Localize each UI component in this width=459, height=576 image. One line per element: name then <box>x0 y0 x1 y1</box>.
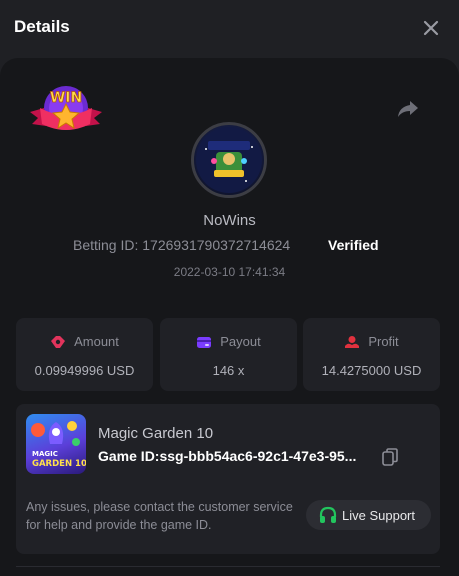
win-text: WIN <box>50 90 82 106</box>
copy-button[interactable] <box>382 448 398 466</box>
betting-row: Betting ID: 1726931790372714624 Verified <box>0 237 459 257</box>
game-card: MAGIC GARDEN 10 Magic Garden 10 Game ID:… <box>16 404 440 554</box>
avatar-image <box>196 127 262 193</box>
live-support-button[interactable]: Live Support <box>306 500 431 530</box>
page-title: Details <box>14 17 70 36</box>
stat-card-payout: Payout 146 x <box>160 318 297 391</box>
verified-badge: Verified <box>328 237 379 253</box>
win-badge: WIN <box>28 82 104 142</box>
win-badge-icon: WIN <box>30 86 102 130</box>
live-support-label: Live Support <box>342 508 415 523</box>
share-button[interactable] <box>396 98 420 120</box>
betting-id: Betting ID: 1726931790372714624 <box>73 237 291 253</box>
bet-timestamp: 2022-03-10 17:41:34 <box>173 265 286 279</box>
thumb-title-1: MAGIC <box>32 450 58 458</box>
payout-icon <box>197 336 212 348</box>
amount-icon <box>51 335 66 348</box>
stat-value: 14.4275000 USD <box>321 363 422 378</box>
stat-label: Amount <box>74 334 119 350</box>
profit-icon <box>345 335 360 348</box>
username: NoWins <box>203 212 256 229</box>
game-thumbnail-image: MAGIC GARDEN 10 <box>31 421 86 469</box>
game-thumbnail[interactable]: MAGIC GARDEN 10 <box>26 414 86 474</box>
thumb-title-2: GARDEN 10 <box>32 459 86 469</box>
headphones-icon <box>319 506 337 523</box>
copy-icon <box>382 448 398 466</box>
stat-label: Profit <box>368 334 399 350</box>
game-id: Game ID:ssg-bbb54ac6-92c1-47e3-95... <box>98 448 357 464</box>
close-button[interactable] <box>418 15 444 41</box>
divider <box>16 566 440 567</box>
stat-label: Payout <box>220 334 261 350</box>
share-icon <box>398 101 418 117</box>
stat-card-profit: Profit 14.4275000 USD <box>303 318 440 391</box>
stat-card-amount: Amount 0.09949996 USD <box>16 318 153 391</box>
support-notice: Any issues, please contact the customer … <box>26 500 293 532</box>
stat-value: 0.09949996 USD <box>34 363 135 378</box>
avatar <box>191 122 267 198</box>
game-name: Magic Garden 10 <box>98 425 214 442</box>
details-header: Details <box>0 0 459 56</box>
stat-value: 146 x <box>212 363 245 378</box>
close-icon <box>423 20 439 36</box>
